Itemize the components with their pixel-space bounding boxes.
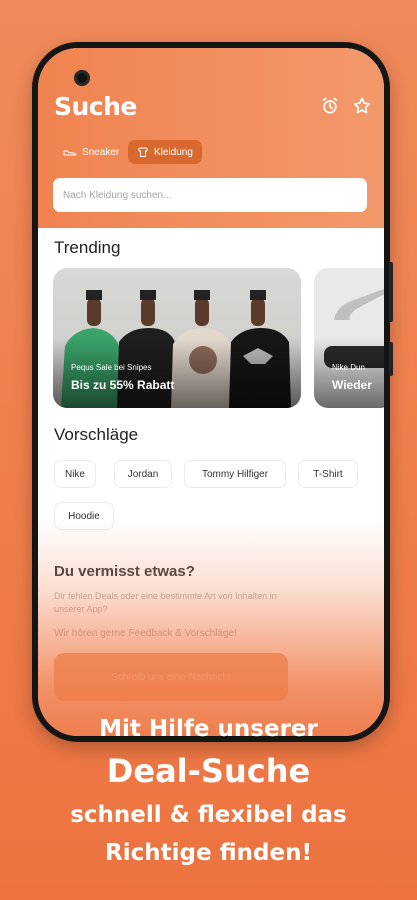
tag-tommy-hilfiger[interactable]: Tommy Hilfiger bbox=[184, 460, 286, 488]
tag-hoodie[interactable]: Hoodie bbox=[54, 502, 114, 530]
feedback-button-label: Schreib uns eine Nachricht bbox=[111, 671, 231, 683]
app-screen: Suche Sneaker Kleidung Nach Kleidung suc… bbox=[38, 48, 384, 736]
tag-t-shirt[interactable]: T-Shirt bbox=[298, 460, 358, 488]
chip-sneaker[interactable]: Sneaker bbox=[54, 140, 128, 164]
front-camera bbox=[74, 70, 90, 86]
card-title: Bis zu 55% Rabatt bbox=[71, 378, 175, 392]
caption-line-1: Mit Hilfe unserer bbox=[99, 716, 318, 742]
caption-line-3: schnell & flexibel das bbox=[70, 802, 347, 828]
star-icon[interactable] bbox=[352, 96, 372, 116]
search-input[interactable]: Nach Kleidung suchen... bbox=[53, 178, 367, 212]
trending-heading: Trending bbox=[54, 238, 121, 257]
power-button bbox=[389, 342, 393, 376]
sneaker-icon bbox=[63, 150, 77, 156]
shirt-icon bbox=[138, 147, 148, 157]
card-subtitle: Pequs Sale bei Snipes bbox=[71, 363, 152, 372]
feedback-section: Du vermisst etwas? Dir fehlen Deals oder… bbox=[54, 563, 374, 639]
feedback-text-2: Wir hören gerne Feedback & Vorschläge! bbox=[54, 628, 237, 639]
trending-card[interactable]: Pequs Sale bei Snipes Bis zu 55% Rabatt bbox=[53, 268, 301, 408]
tag-jordan[interactable]: Jordan bbox=[114, 460, 172, 488]
feedback-title: Du vermisst etwas? bbox=[54, 563, 195, 580]
caption-line-4: Richtige finden! bbox=[105, 840, 312, 866]
chip-kleidung[interactable]: Kleidung bbox=[128, 140, 202, 164]
suggestions-heading: Vorschläge bbox=[54, 425, 139, 444]
trending-card[interactable]: Nike Dun Wieder bbox=[314, 268, 384, 408]
feedback-text: Dir fehlen Deals oder eine bestimmte Art… bbox=[54, 591, 277, 614]
card-subtitle: Nike Dun bbox=[332, 363, 365, 372]
caption-line-2: Deal-Suche bbox=[106, 752, 311, 790]
card-overlay bbox=[314, 338, 384, 408]
tag-label: Nike bbox=[64, 468, 85, 480]
volume-button bbox=[389, 262, 393, 322]
chip-label: Sneaker bbox=[82, 146, 120, 158]
phone-frame: Suche Sneaker Kleidung Nach Kleidung suc… bbox=[32, 42, 393, 742]
card-overlay bbox=[53, 338, 301, 408]
tag-label: T-Shirt bbox=[313, 468, 343, 480]
alarm-icon[interactable] bbox=[320, 96, 340, 116]
tag-nike[interactable]: Nike bbox=[54, 460, 96, 488]
search-placeholder: Nach Kleidung suchen... bbox=[63, 189, 172, 201]
tag-label: Tommy Hilfiger bbox=[201, 468, 269, 480]
page-title: Suche bbox=[54, 92, 137, 121]
tag-label: Jordan bbox=[127, 468, 159, 480]
feedback-button[interactable]: Schreib uns eine Nachricht bbox=[54, 653, 288, 701]
tag-label: Hoodie bbox=[68, 510, 100, 522]
card-title: Wieder bbox=[332, 378, 372, 392]
chip-label: Kleidung bbox=[154, 146, 193, 158]
app-header: Suche Sneaker Kleidung Nach Kleidung suc… bbox=[38, 48, 384, 228]
